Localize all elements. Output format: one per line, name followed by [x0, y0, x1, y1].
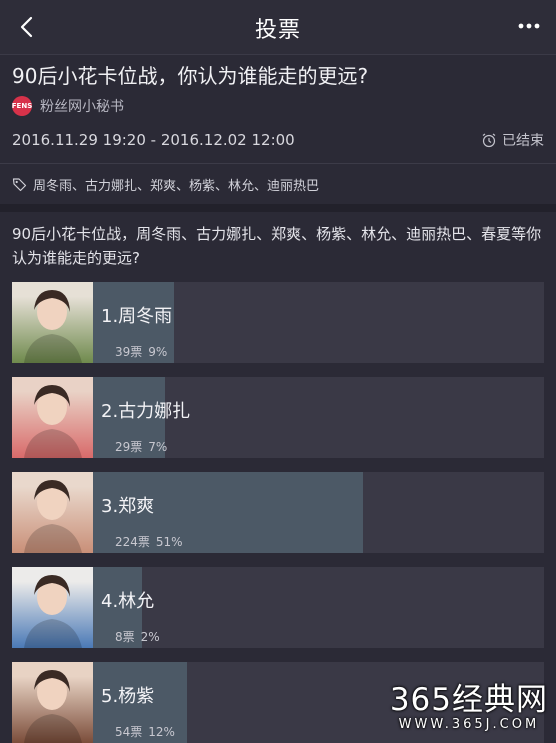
vote-title: 90后小花卡位战，你认为谁能走的更远? [12, 64, 369, 88]
vote-option[interactable]: 1.周冬雨 39票 9% [12, 282, 544, 363]
avatar[interactable]: FENS [12, 96, 32, 116]
nav-bar: 投票 [0, 0, 556, 55]
author-name[interactable]: 粉丝网小秘书 [40, 96, 124, 116]
time-row: 2016.11.29 19:20 - 2016.12.02 12:00 已结束 [12, 117, 544, 163]
vote-option[interactable]: 2.古力娜扎 29票 7% [12, 377, 544, 458]
section-divider [0, 204, 556, 212]
vote-count: 8票 [115, 630, 135, 644]
portrait-silhouette-icon [24, 385, 82, 458]
watermark-main: 365经典网 [389, 682, 548, 718]
option-stats: 8票 2% [115, 628, 160, 645]
vote-count: 224票 [115, 535, 150, 549]
avatar-label: FENS [11, 102, 33, 110]
option-stats: 54票 12% [115, 723, 175, 740]
candidate-photo[interactable] [12, 377, 93, 458]
vote-percent: 7% [148, 440, 168, 454]
portrait-silhouette-icon [24, 480, 82, 553]
vote-percent: 9% [148, 345, 168, 359]
more-icon[interactable] [518, 22, 540, 30]
option-label: 5.杨紫 [101, 686, 155, 707]
page-title: 投票 [254, 18, 301, 43]
candidate-photo[interactable] [12, 282, 93, 363]
vote-description: 90后小花卡位战，周冬雨、古力娜扎、郑爽、杨紫、林允、迪丽热巴、春夏等你认为谁能… [12, 225, 542, 267]
tags-list[interactable]: 周冬雨、古力娜扎、郑爽、杨紫、林允、迪丽热巴 [33, 175, 319, 194]
alarm-clock-icon [482, 133, 496, 148]
status-badge: 已结束 [481, 130, 544, 150]
author-row[interactable]: FENS 粉丝网小秘书 [12, 95, 544, 117]
option-label: 1.周冬雨 [101, 306, 173, 327]
option-label: 2.古力娜扎 [101, 401, 191, 422]
candidate-photo[interactable] [12, 472, 93, 553]
portrait-silhouette-icon [24, 290, 82, 363]
tags-row[interactable]: 周冬雨、古力娜扎、郑爽、杨紫、林允、迪丽热巴 [0, 164, 556, 204]
option-stats: 224票 51% [115, 533, 183, 550]
candidate-photo[interactable] [12, 662, 93, 743]
option-stats: 29票 7% [115, 438, 167, 455]
option-label: 4.林允 [101, 591, 155, 612]
vote-count: 39票 [115, 345, 143, 359]
vote-percent: 2% [140, 630, 160, 644]
vote-options-list: 1.周冬雨 39票 9% 2.古力娜扎 29票 7% 3.郑爽 224票 51% 4.林允 8票 2%… [0, 270, 556, 743]
vote-percent: 12% [148, 725, 175, 739]
portrait-silhouette-icon [24, 575, 82, 648]
portrait-silhouette-icon [24, 670, 82, 743]
option-stats: 39票 9% [115, 343, 167, 360]
candidate-photo[interactable] [12, 567, 93, 648]
vote-count: 29票 [115, 440, 143, 454]
vote-percent: 51% [155, 535, 183, 549]
watermark-sub: WWW.365J.COM [398, 717, 540, 732]
option-label: 3.郑爽 [101, 496, 155, 517]
tag-icon [12, 177, 27, 191]
vote-option[interactable]: 4.林允 8票 2% [12, 567, 544, 648]
vote-count: 54票 [115, 725, 143, 739]
status-label: 已结束 [502, 133, 544, 149]
vote-option[interactable]: 3.郑爽 224票 51% [12, 472, 544, 553]
watermark: 365经典网 WWW.365J.COM [390, 682, 548, 732]
vote-time-range: 2016.11.29 19:20 - 2016.12.02 12:00 [12, 131, 295, 149]
vote-header: 90后小花卡位战，你认为谁能走的更远? FENS 粉丝网小秘书 2016.11.… [0, 55, 556, 163]
